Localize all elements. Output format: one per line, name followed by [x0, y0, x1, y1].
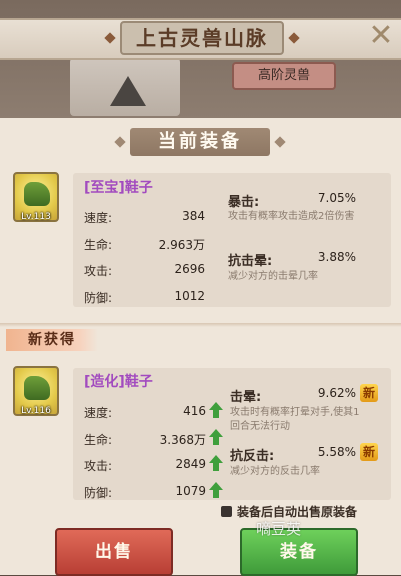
stat-label: 速度: — [84, 406, 113, 420]
auto-sell-checkbox[interactable] — [221, 506, 232, 517]
sell-button[interactable]: 出售 — [55, 528, 173, 576]
stat-label: 攻击: — [84, 459, 113, 473]
stat-value: 384 — [182, 209, 205, 223]
effect-value: 3.88% — [317, 250, 356, 264]
mountain-shape — [110, 76, 146, 106]
increase-arrow-icon — [209, 455, 223, 471]
current-equipment-title: 当前装备 — [130, 128, 270, 156]
stat-value: 3.368万 — [159, 433, 206, 447]
increase-arrow-icon — [209, 482, 223, 498]
effect-value: 7.05% — [317, 191, 356, 205]
effect-description: 减少对方的击晕几率 — [228, 271, 318, 282]
new-acquired-tag: 新获得 — [6, 329, 98, 351]
effect-value: 9.62% — [317, 386, 356, 400]
stat-label: 防御: — [84, 486, 113, 500]
new-item-name: [造化]鞋子 — [84, 374, 153, 390]
boot-icon — [24, 376, 50, 400]
boot-icon — [24, 182, 50, 206]
stat-value: 1079 — [175, 484, 206, 498]
effect-name: 暴击: — [228, 195, 260, 210]
stat-value: 416 — [183, 404, 206, 418]
increase-arrow-icon — [209, 429, 223, 445]
new-item-icon[interactable]: Lv.116 — [13, 366, 59, 416]
effect-name: 抗击晕: — [228, 254, 273, 269]
effect-description: 攻击有概率攻击造成2倍伤害 — [228, 211, 355, 222]
stat-label: 攻击: — [84, 264, 113, 278]
stat-value: 2849 — [175, 457, 206, 471]
section-divider — [0, 323, 401, 327]
scene-image — [70, 58, 180, 116]
current-item-icon[interactable]: Lv.113 — [13, 172, 59, 222]
effect-value: 5.58% — [317, 445, 356, 459]
location-title: 上古灵兽山脉 — [120, 21, 284, 55]
increase-arrow-icon — [209, 402, 223, 418]
effect-description: 攻击时有概率打晕对手,使其1 — [230, 407, 360, 418]
watermark-text: 嘀豆英 — [256, 520, 302, 538]
effect-name: 击晕: — [230, 390, 262, 405]
effect-description: 减少对方的反击几率 — [230, 466, 320, 477]
stat-label: 生命: — [84, 238, 113, 252]
tier-badge: 高阶灵兽 — [232, 62, 336, 90]
new-effect-badge: 新 — [360, 384, 378, 402]
new-effect-badge: 新 — [360, 443, 378, 461]
current-item-name: [至宝]鞋子 — [84, 180, 153, 196]
effect-description: 回合无法行动 — [230, 421, 290, 432]
new-item-level: Lv.116 — [21, 406, 51, 416]
effect-name: 抗反击: — [230, 449, 275, 464]
stat-value: 1012 — [174, 289, 205, 303]
stat-value: 2.963万 — [158, 238, 205, 252]
stat-label: 速度: — [84, 211, 113, 225]
stat-value: 2696 — [174, 262, 205, 276]
stat-label: 防御: — [84, 291, 113, 305]
current-item-level: Lv.113 — [21, 212, 51, 222]
close-icon[interactable]: ✕ — [366, 18, 396, 54]
stat-label: 生命: — [84, 433, 113, 447]
